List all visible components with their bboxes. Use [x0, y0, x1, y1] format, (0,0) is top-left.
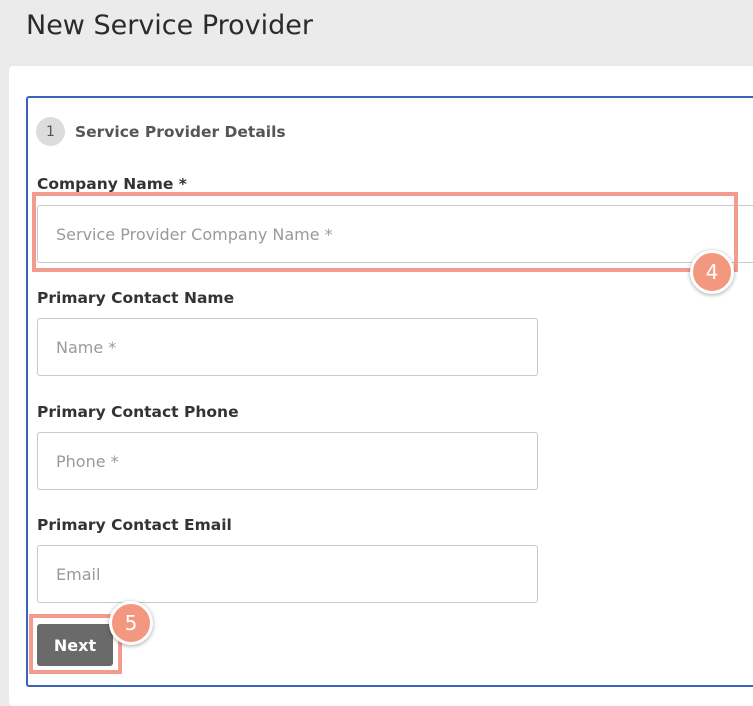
company-name-input[interactable]	[37, 205, 753, 263]
contact-name-label: Primary Contact Name	[37, 289, 235, 307]
step-header: 1 Service Provider Details	[36, 117, 286, 146]
company-name-label: Company Name *	[37, 175, 187, 193]
contact-email-input[interactable]	[37, 545, 538, 603]
contact-email-label: Primary Contact Email	[37, 516, 232, 534]
next-button[interactable]: Next	[37, 624, 113, 666]
step-marker-5: 5	[109, 601, 153, 645]
contact-phone-input[interactable]	[37, 432, 538, 490]
step-title: Service Provider Details	[75, 122, 286, 141]
contact-phone-label: Primary Contact Phone	[37, 403, 239, 421]
contact-name-input[interactable]	[37, 318, 538, 376]
step-marker-4: 4	[690, 250, 734, 294]
page-title: New Service Provider	[26, 10, 314, 41]
step-number-badge: 1	[36, 117, 65, 146]
